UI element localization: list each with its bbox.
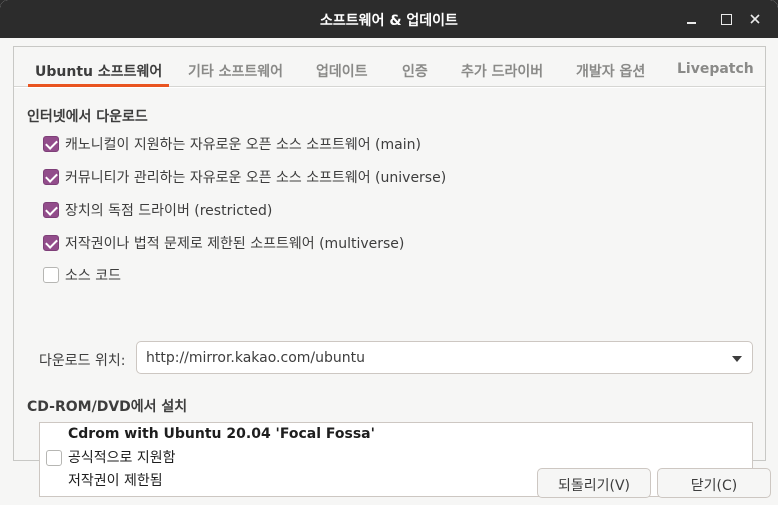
repo-multiverse-checkbox[interactable] [43, 235, 59, 251]
tab-livepatch[interactable]: Livepatch [677, 47, 754, 87]
download-from-label: 다운로드 위치: [39, 353, 126, 369]
tab-updates[interactable]: 업데이트 [316, 47, 368, 87]
repo-universe-checkbox[interactable] [43, 169, 59, 185]
cdrom-support-status: 공식적으로 지원함 [68, 450, 176, 466]
repo-universe-label: 커뮤니티가 관리하는 자유로운 오픈 소스 소프트웨어 (universe) [65, 170, 447, 186]
repo-main-checkbox[interactable] [43, 136, 59, 152]
minimize-icon[interactable] [682, 9, 702, 29]
window-title: 소프트웨어 & 업데이트 [320, 13, 458, 29]
repo-main-label: 캐노니컬이 지원하는 자유로운 오픈 소스 소프트웨어 (main) [65, 137, 421, 153]
tab-additional-drivers[interactable]: 추가 드라이버 [461, 47, 543, 87]
source-code-label: 소스 코드 [65, 268, 121, 284]
close-icon-glyph [750, 14, 760, 24]
tab-bar: Ubuntu 소프트웨어 기타 소프트웨어 업데이트 인증 추가 드라이버 개발… [14, 47, 765, 87]
internet-section-title: 인터넷에서 다운로드 [27, 109, 148, 125]
repo-restricted-row[interactable]: 장치의 독점 드라이버 (restricted) [43, 201, 272, 219]
download-server-value: http://mirror.kakao.com/ubuntu [146, 350, 365, 366]
software-updates-window: 소프트웨어 & 업데이트 Ubuntu 소프트웨어 기타 소프트웨어 업데이트 … [0, 0, 778, 505]
maximize-icon[interactable] [716, 9, 736, 29]
ubuntu-software-page: 인터넷에서 다운로드 캐노니컬이 지원하는 자유로운 오픈 소스 소프트웨어 (… [14, 88, 765, 497]
tab-notebook: Ubuntu 소프트웨어 기타 소프트웨어 업데이트 인증 추가 드라이버 개발… [13, 46, 766, 497]
cdrom-checkbox[interactable] [46, 450, 62, 466]
source-code-row[interactable]: 소스 코드 [43, 266, 121, 284]
tab-other-software[interactable]: 기타 소프트웨어 [188, 47, 283, 87]
repo-restricted-label: 장치의 독점 드라이버 (restricted) [65, 203, 273, 219]
close-button[interactable]: 닫기(C) [657, 468, 771, 498]
tab-authentication[interactable]: 인증 [402, 47, 428, 87]
close-icon[interactable] [745, 9, 765, 29]
revert-button[interactable]: 되돌리기(V) [537, 468, 651, 498]
tab-ubuntu-software[interactable]: Ubuntu 소프트웨어 [27, 47, 170, 87]
tab-developer-options[interactable]: 개발자 옵션 [576, 47, 645, 87]
title-bar[interactable]: 소프트웨어 & 업데이트 [0, 0, 778, 38]
download-server-combo[interactable]: http://mirror.kakao.com/ubuntu [136, 341, 753, 374]
repo-restricted-checkbox[interactable] [43, 202, 59, 218]
cdrom-name: Cdrom with Ubuntu 20.04 'Focal Fossa' [68, 426, 375, 442]
repo-multiverse-label: 저작권이나 법적 문제로 제한된 소프트웨어 (multiverse) [65, 236, 405, 252]
repo-main-row[interactable]: 캐노니컬이 지원하는 자유로운 오픈 소스 소프트웨어 (main) [43, 135, 421, 153]
source-code-checkbox[interactable] [43, 267, 59, 283]
repo-universe-row[interactable]: 커뮤니티가 관리하는 자유로운 오픈 소스 소프트웨어 (universe) [43, 168, 446, 186]
cdrom-restriction-status: 저작권이 제한됨 [68, 473, 163, 489]
cdrom-section-title: CD-ROM/DVD에서 설치 [27, 399, 188, 415]
dropdown-arrow-icon [732, 356, 742, 362]
repo-multiverse-row[interactable]: 저작권이나 법적 문제로 제한된 소프트웨어 (multiverse) [43, 234, 404, 252]
